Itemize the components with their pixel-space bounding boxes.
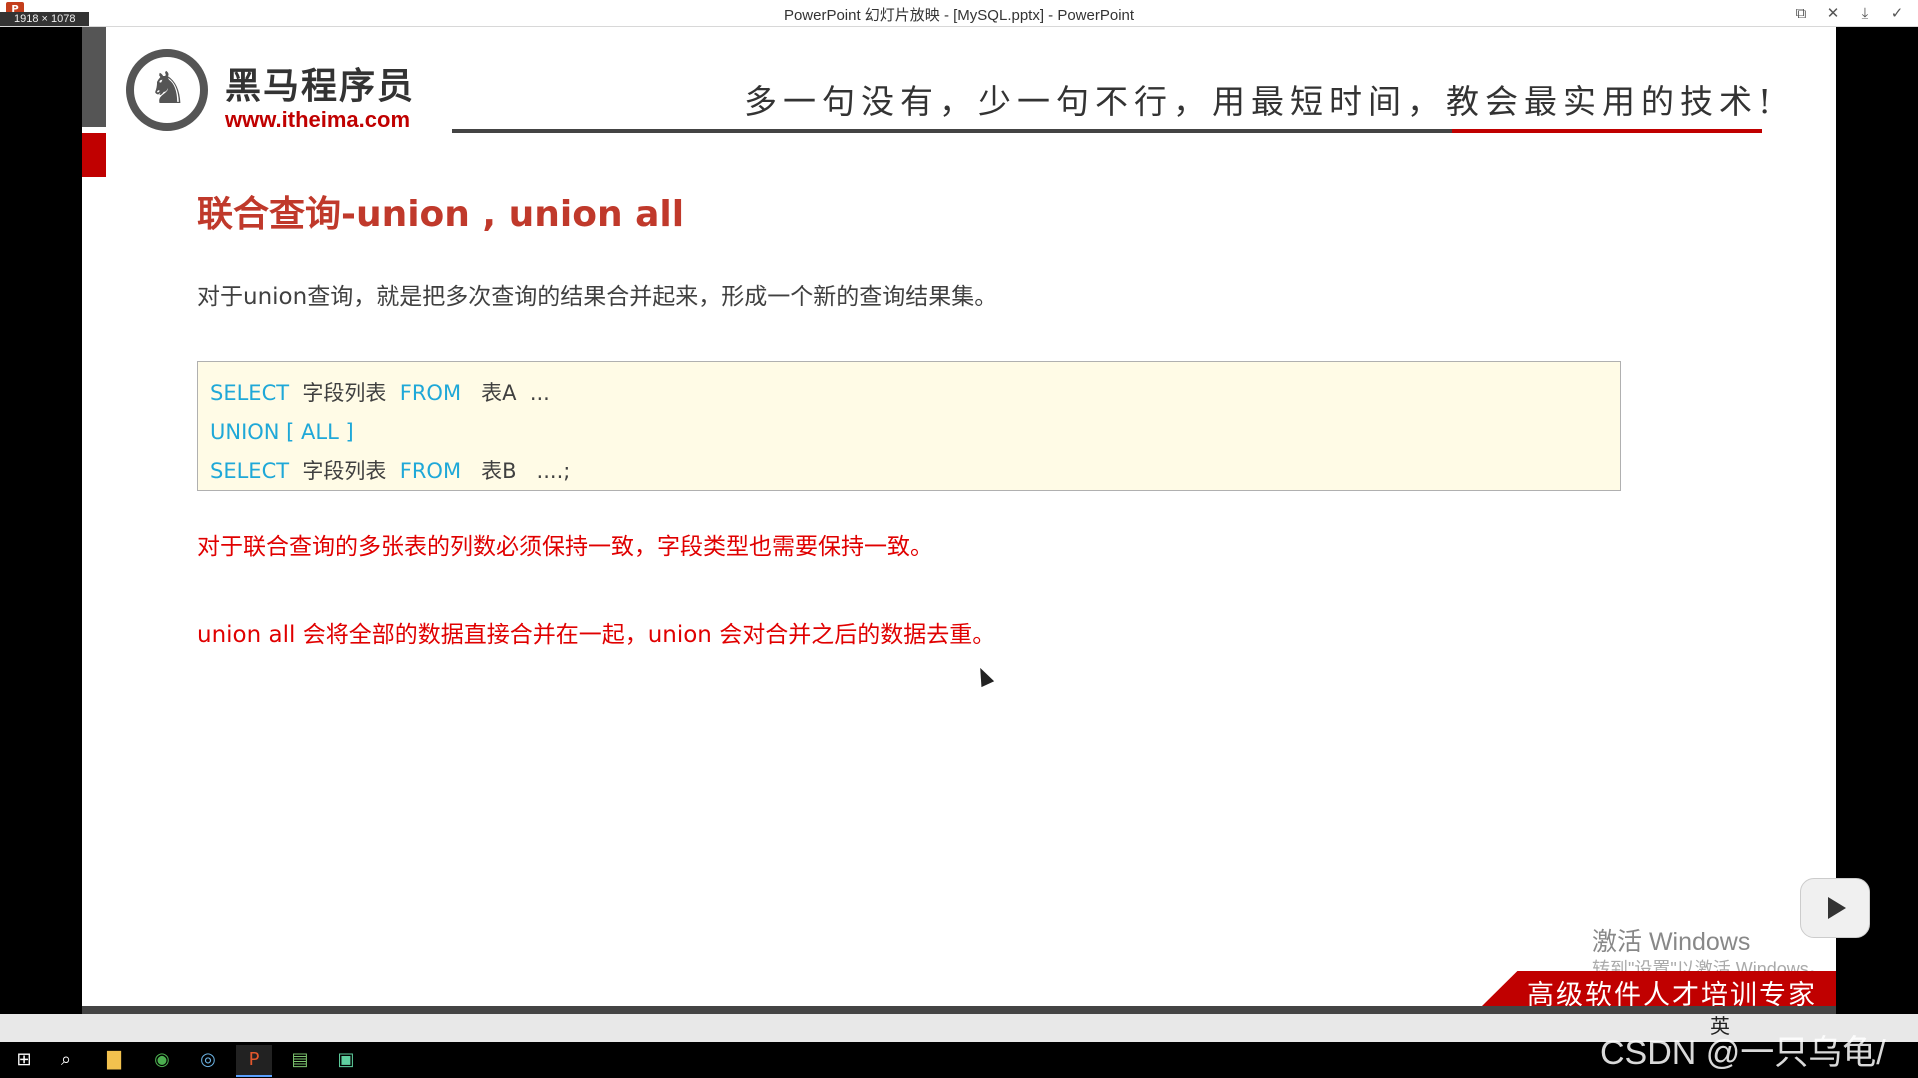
search-icon[interactable]: ⌕ — [48, 1045, 84, 1075]
play-button[interactable] — [1800, 878, 1870, 938]
download-icon[interactable]: ⤓ — [1854, 2, 1876, 24]
sql-keyword: FROM — [399, 381, 462, 405]
code-text: 表A ... — [461, 381, 550, 405]
code-text: 字段列表 — [289, 459, 400, 483]
play-icon — [1828, 897, 1846, 919]
itheima-logo-icon: ♞ — [126, 49, 208, 131]
code-line-3: SELECT 字段列表 FROM 表B ....; — [210, 452, 1608, 491]
left-accent-red — [82, 133, 106, 177]
popout-icon[interactable]: ⧉ — [1790, 2, 1812, 24]
logo-url: www.itheima.com — [225, 107, 411, 132]
sql-keyword: FROM — [399, 459, 462, 483]
sql-code-block: SELECT 字段列表 FROM 表A ... UNION [ ALL ] SE… — [197, 361, 1621, 491]
code-line-1: SELECT 字段列表 FROM 表A ... — [210, 374, 1608, 413]
window-controls: ⧉ ✕ ⤓ ✓ — [1790, 2, 1908, 24]
slogan-text: 高级软件人才培训专家 — [1527, 980, 1817, 1006]
check-icon[interactable]: ✓ — [1886, 2, 1908, 24]
datagrip-icon[interactable]: ▣ — [328, 1045, 364, 1075]
code-text: 字段列表 — [289, 381, 400, 405]
browser-icon[interactable]: ◎ — [190, 1045, 226, 1075]
activate-windows-title: 激活 Windows — [1592, 928, 1751, 956]
windows-start-icon[interactable]: ⊞ — [6, 1045, 42, 1075]
code-line-2: UNION [ ALL ] — [210, 413, 1608, 452]
csdn-watermark: CSDN @一只乌龟/ — [1600, 1034, 1886, 1072]
rule-column-count: 对于联合查询的多张表的列数必须保持一致，字段类型也需要保持一致。 — [197, 534, 933, 560]
left-accent-gray — [82, 27, 106, 127]
header-divider — [452, 129, 1452, 133]
sql-keyword: UNION [ ALL ] — [210, 420, 354, 444]
slide: ♞ 黑马程序员 www.itheima.com 多一句没有，少一句不行，用最短时… — [82, 27, 1836, 1006]
sql-keyword: SELECT — [210, 381, 290, 405]
window-titlebar: P 1918 × 1078 PowerPoint 幻灯片放映 - [MySQL.… — [0, 0, 1918, 27]
logo-name: 黑马程序员 — [225, 66, 416, 107]
file-explorer-icon[interactable]: ▇ — [96, 1045, 132, 1075]
slide-title: 联合查询-union , union all — [197, 194, 685, 235]
slide-progress-bar — [82, 1006, 1836, 1014]
chrome-icon[interactable]: ◉ — [144, 1045, 180, 1075]
rule-union-all: union all 会将全部的数据直接合并在一起，union 会对合并之后的数据… — [197, 622, 996, 648]
notepad-icon[interactable]: ▤ — [282, 1045, 318, 1075]
sql-keyword: SELECT — [210, 459, 290, 483]
powerpoint-icon[interactable]: P — [236, 1045, 272, 1077]
header-divider-accent — [1452, 129, 1762, 133]
window-title: PowerPoint 幻灯片放映 - [MySQL.pptx] - PowerP… — [783, 7, 1135, 24]
close-icon[interactable]: ✕ — [1822, 2, 1844, 24]
intro-text: 对于union查询，就是把多次查询的结果合并起来，形成一个新的查询结果集。 — [197, 284, 998, 310]
code-text: 表B ....; — [461, 459, 571, 483]
slide-motto: 多一句没有，少一句不行，用最短时间，教会最实用的技术! — [744, 82, 1778, 121]
